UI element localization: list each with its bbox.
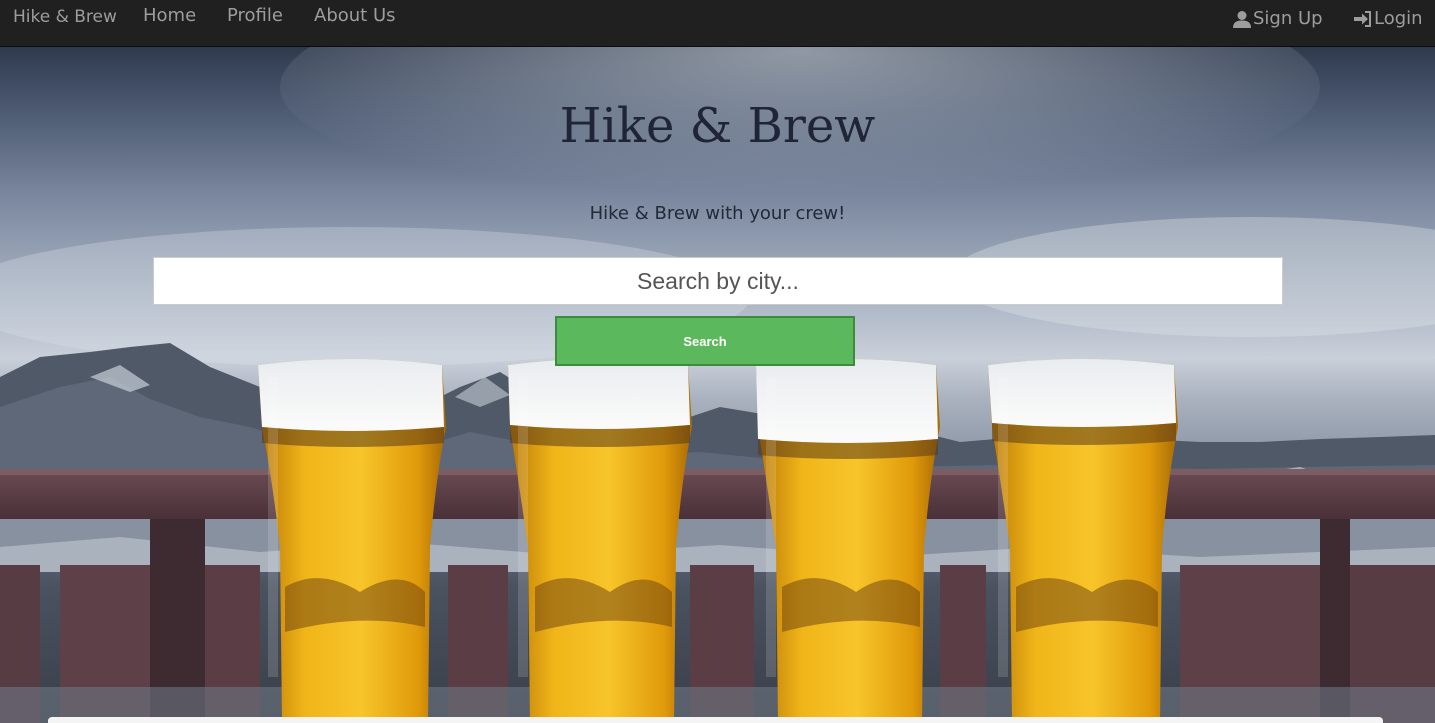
nav-link-profile[interactable]: Profile (227, 5, 283, 27)
page-content-edge (48, 717, 1383, 723)
signup-label: Sign Up (1253, 8, 1323, 29)
city-search-input[interactable] (153, 257, 1283, 305)
signup-link[interactable]: Sign Up (1232, 8, 1323, 30)
top-navbar: Hike & Brew Home Profile About Us Sign U… (0, 0, 1435, 47)
search-button[interactable]: Search (555, 316, 855, 366)
nav-link-about-us[interactable]: About Us (314, 5, 396, 27)
login-link[interactable]: Login (1353, 8, 1423, 30)
brand-link[interactable]: Hike & Brew (13, 7, 117, 27)
beer-glass (756, 359, 940, 723)
login-label: Login (1374, 8, 1423, 29)
beer-glass (988, 359, 1178, 723)
beer-glass (508, 359, 692, 723)
page-title: Hike & Brew (559, 98, 876, 154)
user-icon (1233, 11, 1251, 28)
page-subtitle: Hike & Brew with your crew! (589, 203, 846, 224)
beer-glass (258, 359, 446, 723)
nav-link-home[interactable]: Home (143, 5, 196, 27)
login-icon (1354, 11, 1371, 27)
